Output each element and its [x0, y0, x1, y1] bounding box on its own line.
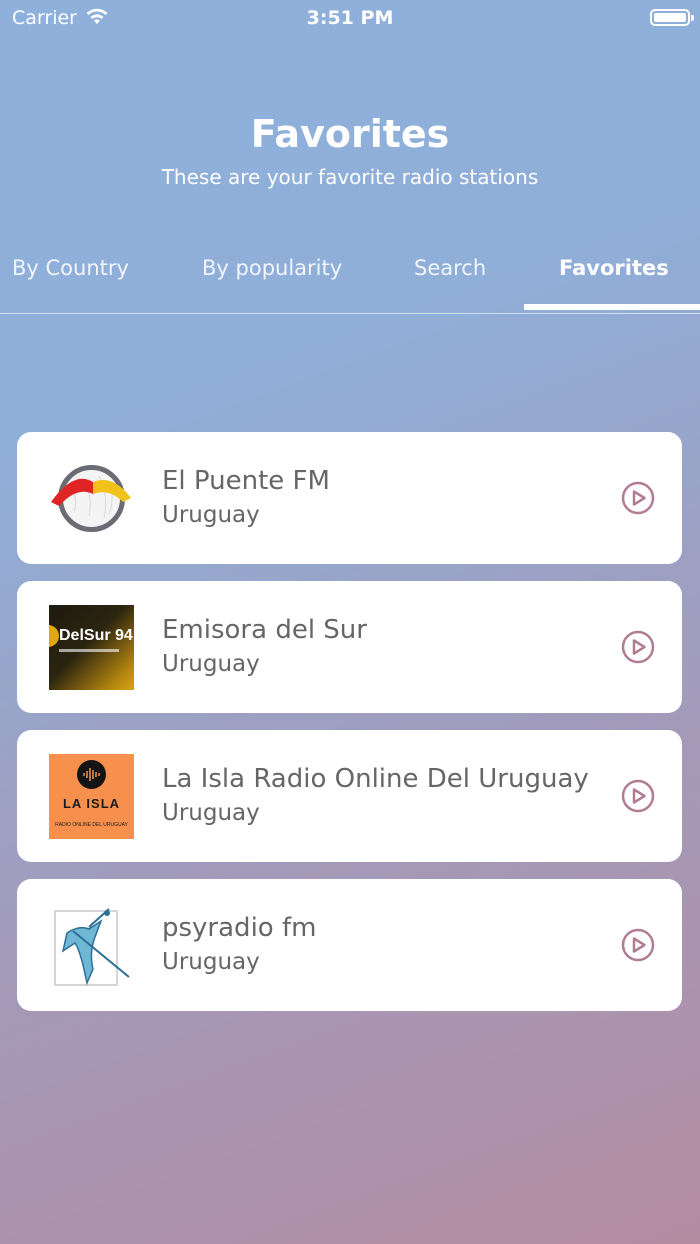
station-name: psyradio fm	[162, 913, 317, 943]
active-tab-indicator	[524, 304, 700, 310]
play-icon[interactable]	[621, 779, 655, 813]
tab-bar: By Country By popularity Search Favorite…	[0, 240, 700, 314]
delsur-logo-text: DelSur 94.	[59, 627, 134, 644]
station-country: Uruguay	[162, 651, 260, 677]
station-card[interactable]: El Puente FM Uruguay	[17, 432, 682, 564]
delsur-logo: DelSur 94.	[49, 605, 134, 690]
status-bar: Carrier 3:51 PM	[0, 0, 700, 36]
station-card[interactable]: DelSur 94. Emisora del Sur Uruguay	[17, 581, 682, 713]
station-country: Uruguay	[162, 502, 260, 528]
tab-by-popularity[interactable]: By popularity	[202, 256, 342, 280]
station-country: Uruguay	[162, 800, 260, 826]
play-icon[interactable]	[621, 481, 655, 515]
battery-icon	[650, 9, 694, 26]
psyradio-logo	[49, 903, 134, 988]
page-subtitle: These are your favorite radio stations	[161, 165, 539, 189]
tab-search[interactable]: Search	[414, 256, 486, 280]
station-card[interactable]: psyradio fm Uruguay	[17, 879, 682, 1011]
status-time: 3:51 PM	[306, 7, 394, 29]
station-card[interactable]: LA ISLA RADIO ONLINE DEL URUGUAY La Isla…	[17, 730, 682, 862]
play-icon[interactable]	[621, 928, 655, 962]
el-puente-logo	[49, 456, 134, 541]
la-isla-logo: LA ISLA RADIO ONLINE DEL URUGUAY	[49, 754, 134, 839]
station-name: Emisora del Sur	[162, 615, 367, 645]
station-country: Uruguay	[162, 949, 260, 975]
play-icon[interactable]	[621, 630, 655, 664]
station-name: El Puente FM	[162, 466, 330, 496]
la-isla-logo-subtext: RADIO ONLINE DEL URUGUAY	[55, 822, 128, 828]
tab-favorites[interactable]: Favorites	[559, 256, 669, 280]
la-isla-logo-text: LA ISLA	[62, 796, 121, 811]
station-name: La Isla Radio Online Del Uruguay	[162, 764, 589, 794]
page-title: Favorites	[250, 112, 450, 156]
tab-by-country[interactable]: By Country	[12, 256, 129, 280]
